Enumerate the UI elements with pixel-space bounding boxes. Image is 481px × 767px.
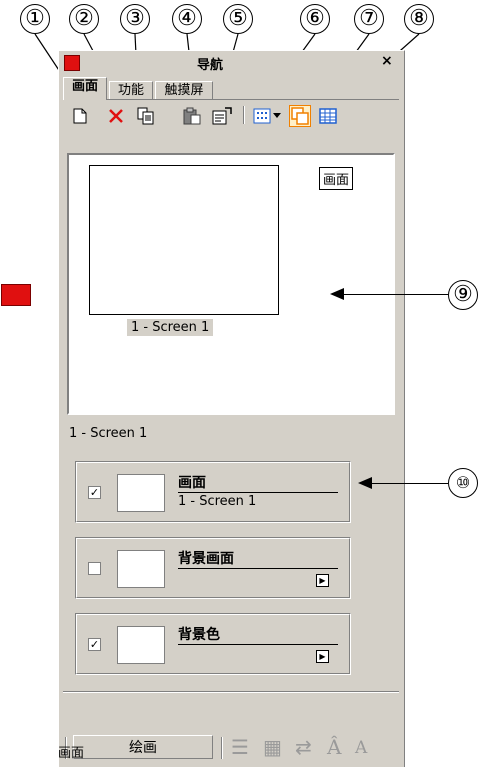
callout-10: ⑩: [448, 468, 478, 498]
panel-app-icon: [64, 55, 80, 71]
swap-arrows-icon[interactable]: ⇄: [295, 735, 312, 759]
panel-toolbar: [67, 103, 397, 129]
grid-view-icon[interactable]: [251, 105, 273, 127]
layer-background-color-checkbox[interactable]: ✓: [88, 638, 101, 651]
line-style-icon[interactable]: ▦: [263, 735, 282, 759]
close-icon[interactable]: ×: [381, 53, 393, 69]
screen-preview-area[interactable]: 1 - Screen 1 画面: [67, 153, 395, 415]
panel-title: 导航: [197, 58, 224, 73]
layer-background-screen-checkbox[interactable]: [88, 562, 101, 575]
properties-icon[interactable]: [211, 105, 233, 127]
layer-item-background-color[interactable]: ✓ 背景色 ▶: [75, 613, 351, 675]
layer-background-screen-name: 背景画面: [178, 551, 234, 567]
layer-divider: [178, 492, 338, 493]
layer-screen-swatch[interactable]: [117, 474, 165, 512]
toolbar-separator: [243, 106, 245, 124]
panel-bottom-divider: [63, 691, 399, 693]
align-lines-icon[interactable]: ☰: [231, 735, 249, 759]
layer-divider: [178, 644, 338, 645]
copy-icon[interactable]: [135, 105, 157, 127]
paste-icon[interactable]: [181, 105, 203, 127]
delete-icon[interactable]: [105, 105, 127, 127]
dropdown-arrow-icon[interactable]: [271, 105, 283, 127]
layer-item-background-screen[interactable]: 背景画面 ▶: [75, 537, 351, 599]
tab-function[interactable]: 功能: [109, 81, 153, 99]
draw-button[interactable]: 绘画: [73, 735, 213, 759]
callout-9: ⑨: [448, 280, 478, 310]
layer-background-screen-expand-button[interactable]: ▶: [316, 574, 329, 587]
screen-thumbnail[interactable]: [89, 165, 279, 315]
layer-background-color-name: 背景色: [178, 627, 220, 643]
layer-background-color-expand-button[interactable]: ▶: [316, 650, 329, 663]
font-size-up-icon[interactable]: Â: [327, 735, 341, 759]
callout-9-arrow: [340, 294, 448, 295]
layer-background-color-swatch[interactable]: [117, 626, 165, 664]
layer-background-screen-swatch[interactable]: [117, 550, 165, 588]
tab-screen[interactable]: 画面: [63, 77, 107, 100]
new-page-icon[interactable]: [69, 105, 91, 127]
panel-titlebar[interactable]: 导航 ×: [59, 51, 403, 73]
layer-screen-name: 画面: [178, 475, 206, 491]
status-bar-text: 画面: [58, 746, 85, 761]
layer-divider: [178, 568, 338, 569]
toolbar-separator: [221, 737, 223, 759]
layer-item-screen[interactable]: ✓ 画面 1 - Screen 1: [75, 461, 351, 523]
app-color-swatch: [1, 284, 31, 306]
callout-10-arrowhead: [358, 477, 372, 489]
font-size-down-icon[interactable]: A: [355, 738, 367, 758]
callout-10-arrow: [368, 483, 448, 484]
current-screen-label: 1 - Screen 1: [69, 426, 148, 441]
overlap-view-icon[interactable]: [289, 105, 311, 127]
table-view-icon[interactable]: [317, 105, 339, 127]
tab-touchscreen[interactable]: 触摸屏: [155, 81, 213, 99]
screen-thumbnail-label: 1 - Screen 1: [127, 319, 214, 336]
view-mode-button[interactable]: 画面: [319, 167, 354, 190]
layer-screen-checkbox[interactable]: ✓: [88, 486, 101, 499]
panel-tabs: 画面 功能 触摸屏: [63, 77, 399, 100]
layer-screen-value: 1 - Screen 1: [178, 494, 257, 509]
bottom-toolbar: 绘画 ☰ ▦ ⇄ Â A: [63, 733, 403, 763]
callout-9-arrowhead: [330, 288, 344, 300]
navigation-panel: 导航 × 画面 功能 触摸屏 1 - Screen 1 画面 1 - Scree…: [58, 50, 405, 767]
